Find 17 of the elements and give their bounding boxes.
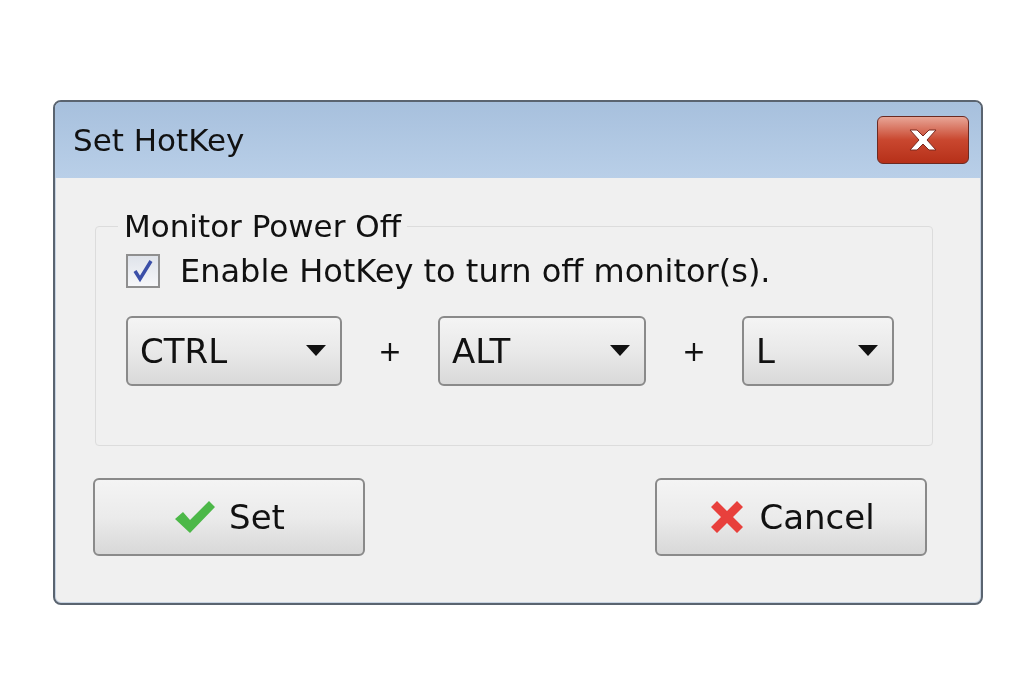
caret-icon [858,345,878,357]
plus-sign: + [377,334,403,368]
close-button[interactable] [877,116,969,164]
key-dropdown[interactable]: L [742,316,894,386]
caret-icon [306,345,326,357]
key-dropdown[interactable]: CTRL [126,316,342,386]
window-title: Set HotKey [73,122,245,158]
plus-sign: + [681,334,707,368]
cancel-button[interactable]: Cancel [655,478,927,556]
check-mark-icon [133,259,153,283]
set-button[interactable]: Set [93,478,365,556]
key-dropdown[interactable]: ALT [438,316,646,386]
checkbox[interactable] [126,254,160,288]
caret-icon [610,345,630,357]
checkbox-label[interactable]: Enable HotKey to turn off monitor(s). [180,252,771,290]
group-title: Monitor Power Off [123,208,403,244]
check-icon [173,499,218,535]
